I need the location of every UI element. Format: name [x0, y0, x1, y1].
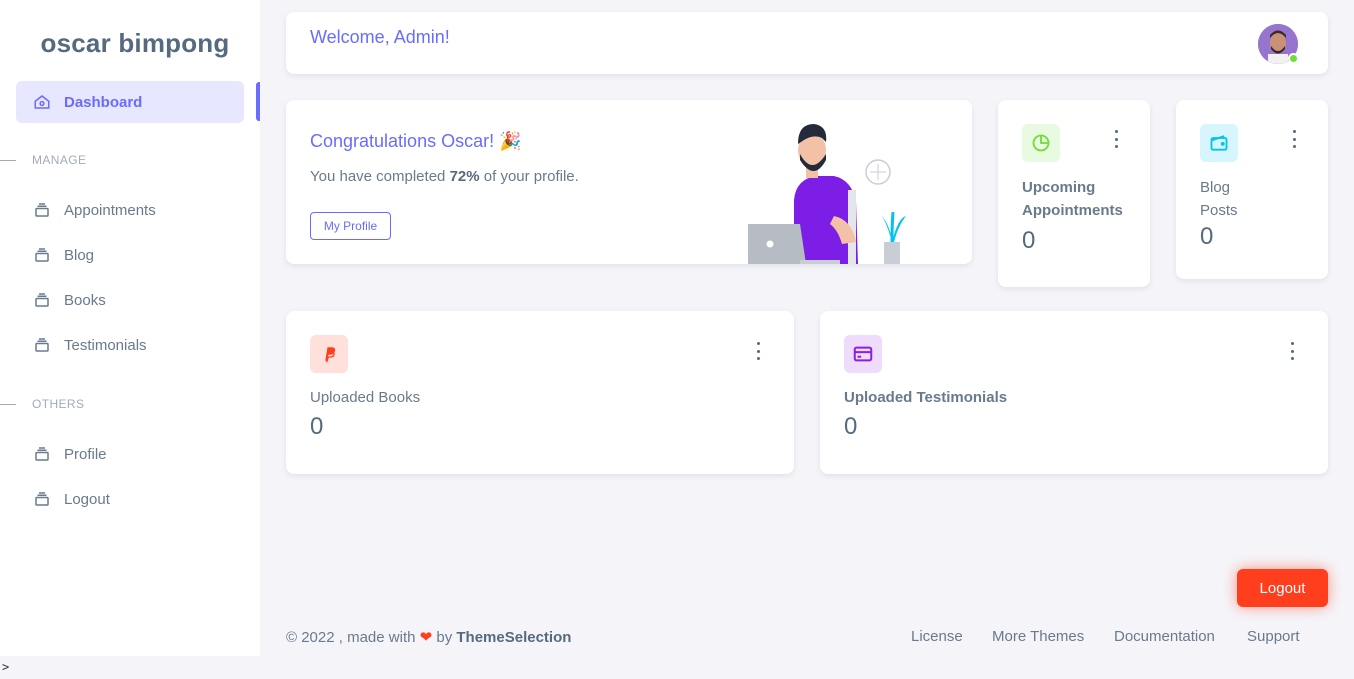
congratulations-card: Congratulations Oscar! 🎉 You have comple… [286, 100, 972, 264]
layers-icon [32, 335, 52, 355]
sidebar-item-label: Logout [64, 490, 110, 508]
welcome-text: Welcome, Admin! [310, 27, 450, 47]
layers-icon [32, 200, 52, 220]
stat-value: 0 [310, 413, 324, 440]
footer-link-support[interactable]: Support [1247, 628, 1300, 645]
stat-value: 0 [844, 413, 858, 440]
credit-card-icon [844, 335, 882, 373]
sidebar-item-label: Testimonials [64, 336, 147, 354]
sidebar-item-label: Books [64, 291, 106, 309]
sidebar-item-label: Blog [64, 246, 95, 264]
heart-icon: ❤ [419, 629, 433, 646]
home-icon [32, 92, 52, 112]
layers-icon [32, 245, 52, 265]
sidebar-item-appointments[interactable]: Appointments [16, 189, 244, 231]
footer-link-more-themes[interactable]: More Themes [992, 628, 1084, 645]
stat-card-uploaded-books: Uploaded Books 0 [286, 311, 794, 474]
top-navbar: Welcome, Admin! [286, 12, 1328, 74]
stat-label: Uploaded Books [310, 389, 421, 406]
paypal-icon [310, 335, 348, 373]
menu-header-others: OTHERS [0, 394, 260, 414]
sidebar-item-testimonials[interactable]: Testimonials [16, 324, 244, 366]
more-options-icon[interactable] [752, 342, 764, 360]
sidebar-item-label: Appointments [64, 201, 156, 219]
sidebar-item-blog[interactable]: Blog [16, 234, 244, 276]
sidebar-item-label: Dashboard [64, 93, 143, 111]
online-status-dot [1288, 53, 1299, 64]
stat-card-blog-posts: Blog Posts 0 [1176, 100, 1328, 279]
sidebar: oscar bimpong Dashboard MANAGE Appointme… [0, 0, 260, 656]
footer-link-license[interactable]: License [911, 628, 963, 645]
layers-icon [32, 444, 52, 464]
layers-icon [32, 290, 52, 310]
stat-label: Uploaded Testimonials [844, 389, 1008, 406]
menu-header-manage: MANAGE [0, 150, 260, 170]
sidebar-item-profile[interactable]: Profile [16, 433, 244, 475]
brand-logo-text[interactable]: oscar bimpong [0, 28, 270, 59]
logout-button[interactable]: Logout [1237, 569, 1328, 607]
completion-percent: 72% [449, 168, 480, 185]
footer-brand-link[interactable]: ThemeSelection [456, 629, 571, 646]
more-options-icon[interactable] [1110, 130, 1122, 148]
stat-label: Upcoming Appointments [1022, 179, 1123, 219]
caret-glyph: > [2, 660, 10, 674]
sidebar-item-dashboard[interactable]: Dashboard [16, 81, 244, 123]
pie-chart-icon [1022, 124, 1060, 162]
active-menu-indicator [256, 82, 260, 121]
wallet-icon [1200, 124, 1238, 162]
more-options-icon[interactable] [1288, 130, 1300, 148]
congrats-title: Congratulations Oscar! 🎉 [310, 131, 522, 151]
stat-card-appointments: Upcoming Appointments 0 [998, 100, 1150, 287]
sidebar-item-label: Profile [64, 445, 107, 463]
sidebar-item-books[interactable]: Books [16, 279, 244, 321]
layers-icon [32, 489, 52, 509]
stat-card-uploaded-testimonials: Uploaded Testimonials 0 [820, 311, 1328, 474]
sidebar-item-logout[interactable]: Logout [16, 478, 244, 520]
profile-completion-text: You have completed 72% of your profile. [310, 168, 579, 185]
footer-copyright: © 2022 , made with ❤ by ThemeSelection [286, 629, 572, 646]
footer-link-documentation[interactable]: Documentation [1114, 628, 1215, 645]
stat-value: 0 [1200, 223, 1214, 250]
user-avatar[interactable] [1258, 24, 1299, 64]
my-profile-button[interactable]: My Profile [310, 212, 391, 240]
more-options-icon[interactable] [1286, 342, 1298, 360]
stat-value: 0 [1022, 227, 1036, 254]
stat-label: Blog Posts [1200, 179, 1238, 219]
man-with-laptop-illustration [748, 124, 906, 264]
